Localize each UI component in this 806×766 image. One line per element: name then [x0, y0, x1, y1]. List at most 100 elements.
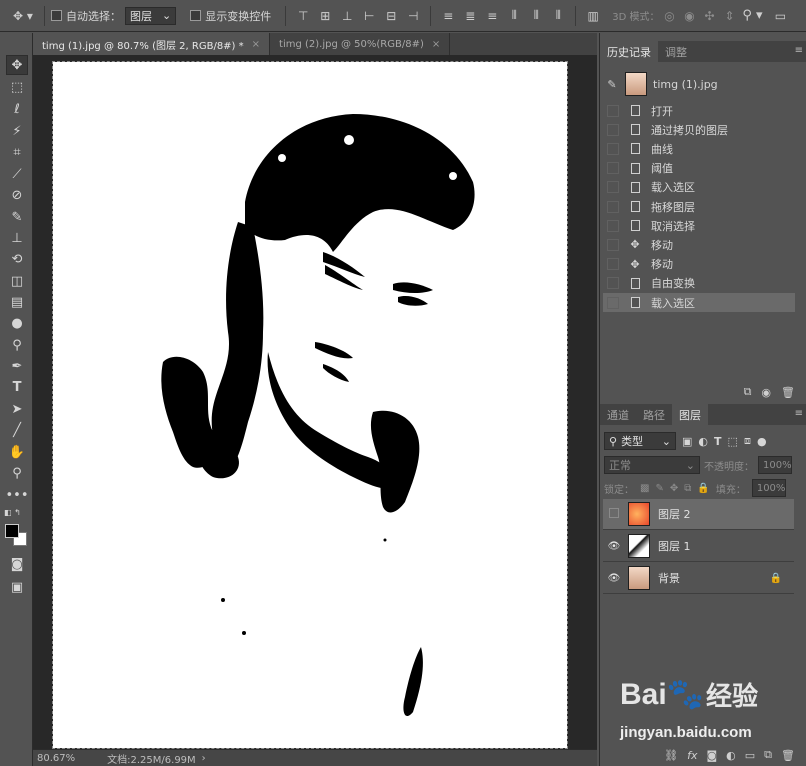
camera-icon[interactable]: ◉ [761, 386, 771, 399]
foreground-color-swatch[interactable] [5, 524, 19, 538]
history-item[interactable]: 打开 [603, 101, 795, 120]
tab-paths[interactable]: 路径 [636, 404, 672, 425]
line-tool-icon[interactable]: ╱ [6, 420, 28, 440]
close-icon[interactable]: × [432, 39, 440, 50]
align-right-icon[interactable]: ⊣ [402, 6, 424, 26]
filter-toggle-icon[interactable]: ● [757, 435, 767, 448]
blur-tool-icon[interactable]: ● [6, 313, 28, 333]
lock-position-icon[interactable]: ✥ [670, 483, 678, 494]
layer-row-background[interactable]: 👁 背景 🔒 [603, 563, 794, 594]
marquee-tool-icon[interactable]: ⬚ [6, 77, 28, 97]
history-brush-source-icon[interactable]: ✎ [603, 78, 621, 91]
lock-artboard-icon[interactable]: ⧉ [684, 483, 691, 494]
move-tool-icon[interactable]: ✥ [6, 55, 28, 75]
history-item[interactable]: 曲线 [603, 139, 795, 158]
history-source-checkbox[interactable] [607, 142, 619, 155]
slide-3d-icon[interactable]: ⇕ [719, 6, 739, 26]
lock-transparent-icon[interactable]: ▩ [640, 483, 649, 494]
layer-row-layer-1[interactable]: 👁 图层 1 [603, 531, 794, 562]
history-item[interactable]: 拖移图层 [603, 197, 795, 216]
magic-wand-tool-icon[interactable]: ⚡ [6, 121, 28, 141]
history-source-checkbox[interactable] [607, 238, 619, 251]
panel-menu-icon[interactable]: ≡ [795, 408, 803, 419]
visibility-toggle[interactable] [603, 507, 625, 521]
tab-history[interactable]: 历史记录 [600, 41, 658, 62]
align-vcenter-icon[interactable]: ⊞ [314, 6, 336, 26]
crop-tool-icon[interactable]: ⌗ [6, 142, 28, 162]
path-selection-tool-icon[interactable]: ➤ [6, 399, 28, 419]
distribute-hcenter-icon[interactable]: ⦀ [525, 6, 547, 26]
pixel-filter-icon[interactable]: ▣ [682, 435, 692, 448]
chevron-right-icon[interactable]: › [202, 753, 206, 764]
align-hcenter-icon[interactable]: ⊟ [380, 6, 402, 26]
brush-tool-icon[interactable]: ✎ [6, 207, 28, 227]
panel-menu-icon[interactable]: ≡ [795, 45, 803, 56]
lock-all-icon[interactable]: 🔒 [697, 483, 709, 494]
history-source-checkbox[interactable] [607, 296, 619, 309]
show-transform-checkbox[interactable] [190, 10, 202, 21]
align-bottom-icon[interactable]: ⊥ [336, 6, 358, 26]
adjustment-filter-icon[interactable]: ◐ [698, 435, 708, 448]
history-source-checkbox[interactable] [607, 200, 619, 213]
history-item[interactable]: 自由变换 [603, 274, 795, 293]
default-colors-icon[interactable]: ◧ ↰ [4, 508, 21, 517]
history-item[interactable]: 载入选区 [603, 178, 795, 197]
clone-stamp-tool-icon[interactable]: ⊥ [6, 228, 28, 248]
history-item[interactable]: 阈值 [603, 159, 795, 178]
lock-pixels-icon[interactable]: ✎ [655, 483, 663, 494]
opacity-field[interactable]: 100% [758, 456, 792, 474]
history-snapshot[interactable]: ✎ timg (1).jpg [603, 70, 795, 98]
auto-select-dropdown[interactable]: 图层 ⌄ [125, 6, 177, 25]
gradient-tool-icon[interactable]: ▤ [6, 292, 28, 312]
distribute-top-icon[interactable]: ≡ [437, 6, 459, 26]
layer-name[interactable]: 图层 1 [658, 538, 691, 554]
auto-select-checkbox[interactable] [51, 10, 62, 21]
blend-mode-dropdown[interactable]: 正常 ⌄ [604, 456, 700, 474]
history-item[interactable]: 载入选区 [603, 293, 795, 312]
align-top-icon[interactable]: ⊤ [292, 6, 314, 26]
history-brush-tool-icon[interactable]: ⟲ [6, 249, 28, 269]
history-source-checkbox[interactable] [607, 219, 619, 232]
shape-filter-icon[interactable]: ⬚ [728, 435, 738, 448]
move-tool-preset-icon[interactable]: ✥ ▾ [8, 6, 38, 26]
history-source-checkbox[interactable] [607, 104, 619, 117]
healing-brush-tool-icon[interactable]: ⊘ [6, 185, 28, 205]
zoom-level[interactable]: 80.67% [37, 753, 75, 764]
document-info[interactable]: 文档:2.25M/6.99M [107, 751, 196, 766]
history-item[interactable]: 取消选择 [603, 216, 795, 235]
tab-timg-2[interactable]: timg (2).jpg @ 50%(RGB/8#) × [270, 33, 451, 55]
distribute-left-icon[interactable]: ⫴ [503, 6, 525, 26]
layer-row-layer-2[interactable]: 图层 2 [603, 499, 794, 530]
eraser-tool-icon[interactable]: ◫ [6, 271, 28, 291]
type-tool-icon[interactable]: T [6, 377, 28, 397]
history-source-checkbox[interactable] [607, 181, 619, 194]
tab-adjustments[interactable]: 调整 [658, 41, 694, 62]
history-source-checkbox[interactable] [607, 123, 619, 136]
tab-layers[interactable]: 图层 [672, 404, 708, 425]
lasso-tool-icon[interactable]: ℓ [6, 99, 28, 119]
workspace-icon[interactable]: ▭ [769, 6, 791, 26]
distribute-vcenter-icon[interactable]: ≣ [459, 6, 481, 26]
auto-align-icon[interactable]: ▥ [582, 6, 604, 26]
close-icon[interactable]: × [252, 39, 260, 50]
eyedropper-tool-icon[interactable]: ⟋ [6, 164, 28, 184]
eye-icon[interactable]: 👁 [603, 573, 625, 584]
history-item[interactable]: 通过拷贝的图层 [603, 120, 795, 139]
layer-name[interactable]: 图层 2 [658, 506, 691, 522]
tab-timg-1[interactable]: timg (1).jpg @ 80.7% (图层 2, RGB/8#) * × [33, 33, 271, 55]
new-document-from-state-icon[interactable]: ⧉ [744, 385, 752, 399]
distribute-bottom-icon[interactable]: ≡ [481, 6, 503, 26]
more-tools-icon[interactable]: ••• [6, 485, 29, 505]
smart-object-filter-icon[interactable]: ⧈ [744, 434, 751, 448]
dodge-tool-icon[interactable]: ⚲ [6, 335, 28, 355]
history-item[interactable]: ✥ 移动 [603, 235, 795, 254]
quick-mask-icon[interactable]: ◙ [6, 554, 28, 574]
distribute-right-icon[interactable]: ⫴ [547, 6, 569, 26]
screen-mode-icon[interactable]: ▣ [6, 577, 28, 597]
layer-filter-dropdown[interactable]: ⚲ 类型 ⌄ [604, 432, 676, 450]
history-source-checkbox[interactable] [607, 162, 619, 175]
align-left-icon[interactable]: ⊢ [358, 6, 380, 26]
eye-icon[interactable]: 👁 [603, 541, 625, 552]
orbit-3d-icon[interactable]: ◎ [659, 6, 679, 26]
roll-3d-icon[interactable]: ◉ [679, 6, 699, 26]
